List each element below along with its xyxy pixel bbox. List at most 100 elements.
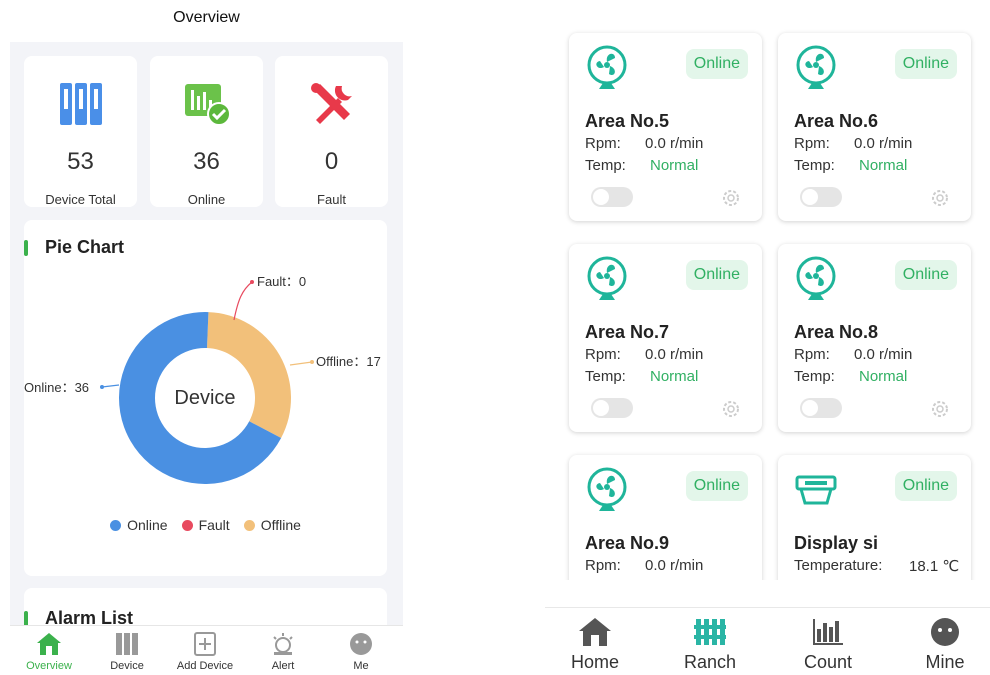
devices-screen: Online Area No.5 Rpm: 0.0 r/min Temp: Nor… [545,0,990,675]
leader-dot-fault [250,280,254,284]
device-card[interactable]: Online Display si Temperature: 18.1 ℃ [778,455,971,580]
device-name: Display si [794,533,879,553]
temp-value: Normal [650,157,699,174]
legend-label: Online [127,517,168,533]
tab-home[interactable]: Home [545,616,645,673]
fault-icon [310,83,352,124]
status-badge: Online [894,471,957,501]
leader-dot-online [100,385,104,389]
tab-label: Count [803,652,853,672]
device-card[interactable]: Online Area No.7 Rpm: 0.0 r/min Temp: Nor… [569,244,762,432]
pie-slice-offline[interactable] [206,312,291,439]
legend-item-offline[interactable]: Offline [243,517,301,533]
settings-gear-icon[interactable] [929,187,951,209]
tab-add-device[interactable]: Add Device [166,630,244,672]
legend-dot [243,519,255,531]
status-badge: Online [685,49,748,79]
alert-icon [273,633,293,655]
settings-gear-icon[interactable] [720,398,742,420]
power-toggle[interactable] [800,187,842,207]
temperature-row: Temperature: 18.1 ℃ [794,557,959,575]
leader-line-online [101,384,120,388]
device-icon [116,633,138,655]
rpm-row: Rpm: 0.0 r/min [585,135,703,152]
home-icon [579,618,611,646]
rpm-label: Rpm: [794,346,830,363]
slice-label-fault: Fault：0 [257,274,306,289]
stat-card-fault[interactable]: 0 Fault [275,56,388,207]
status-badge: Online [685,260,748,290]
rpm-label: Rpm: [585,135,621,152]
rpm-value: 0.0 r/min [645,346,704,363]
tab-device[interactable]: Device [88,630,166,672]
temp-label: Temp: [794,157,835,174]
device-name: Area No.6 [794,111,879,131]
stat-value: 53 [67,148,94,175]
mine-icon [931,618,959,646]
legend-dot [110,519,122,531]
legend-label: Fault [198,517,230,533]
temp-value: Normal [859,157,908,174]
alarm-list-card[interactable]: Alarm List [24,588,387,625]
rpm-value: 0.0 r/min [645,557,704,574]
overview-screen: Overview 53 Device Total 36 Online 0 Fau… [10,0,403,675]
rpm-row: Rpm: 0.0 r/min [585,346,703,363]
stat-label: Online [187,192,226,207]
legend-item-fault[interactable]: Fault [181,517,230,533]
tab-label: Add Device [176,660,234,672]
rpm-label: Rpm: [794,135,830,152]
page-title: Overview [173,9,240,26]
slice-label-online: Online：36 [24,380,89,395]
overview-scroll-area[interactable]: 53 Device Total 36 Online 0 Fault Pie Ch… [10,42,403,625]
temp-label: Temp: [585,368,626,385]
device-name: Area No.7 [585,322,670,342]
slice-label-offline: Offline：17 [316,354,381,369]
stat-label: Fault [317,192,346,207]
power-toggle[interactable] [591,187,633,207]
stat-card-online[interactable]: 36 Online [150,56,263,207]
device-name: Area No.9 [585,533,670,553]
temperature-label: Temperature: [794,557,883,574]
bottom-tab-bar: Overview Device Add Device Alert Me [10,625,403,675]
temp-row: Temp: Normal [585,368,698,385]
power-toggle[interactable] [800,398,842,418]
settings-gear-icon[interactable] [929,398,951,420]
home-icon [37,633,61,655]
stat-label: Device Total [45,192,116,207]
chart-legend: Online Fault Offline [24,517,387,533]
ranch-icon [694,619,726,645]
device-grid[interactable]: Online Area No.5 Rpm: 0.0 r/min Temp: Nor… [545,0,990,580]
tab-label: Mine [925,652,965,672]
temperature-value: 18.1 ℃ [909,558,960,575]
temp-label: Temp: [794,368,835,385]
temp-value: Normal [650,368,699,385]
power-toggle[interactable] [591,398,633,418]
temp-value: Normal [859,368,908,385]
tab-alert[interactable]: Alert [244,630,322,672]
rpm-row: Rpm: 0.0 r/min [585,557,703,574]
tab-count[interactable]: Count [778,616,878,673]
tab-mine[interactable]: Mine [895,616,990,673]
device-card[interactable]: Online Area No.9 Rpm: 0.0 r/min [569,455,762,580]
tab-label: Alert [271,660,295,672]
tab-ranch[interactable]: Ranch [660,616,760,673]
leader-dot-offline [310,360,314,364]
count-icon [813,619,843,645]
legend-item-online[interactable]: Online [110,517,168,533]
fan-icon [587,467,627,511]
tab-label: Home [570,652,619,672]
me-icon [350,633,372,655]
settings-gear-icon[interactable] [720,187,742,209]
device-card[interactable]: Online Area No.8 Rpm: 0.0 r/min Temp: Nor… [778,244,971,432]
fan-icon [796,256,836,300]
tab-me[interactable]: Me [322,630,400,672]
stat-card-device-total[interactable]: 53 Device Total [24,56,137,207]
tab-overview[interactable]: Overview [10,630,88,672]
device-card[interactable]: Online Area No.5 Rpm: 0.0 r/min Temp: Nor… [569,33,762,221]
tab-label: Overview [26,660,72,672]
pie-chart-card: Pie Chart Online：36 Fault：0 Offline：17 Dev… [24,220,387,576]
temp-row: Temp: Normal [585,157,698,174]
device-card[interactable]: Online Area No.6 Rpm: 0.0 r/min Temp: Nor… [778,33,971,221]
legend-dot [181,519,193,531]
leader-line-fault [233,281,253,321]
